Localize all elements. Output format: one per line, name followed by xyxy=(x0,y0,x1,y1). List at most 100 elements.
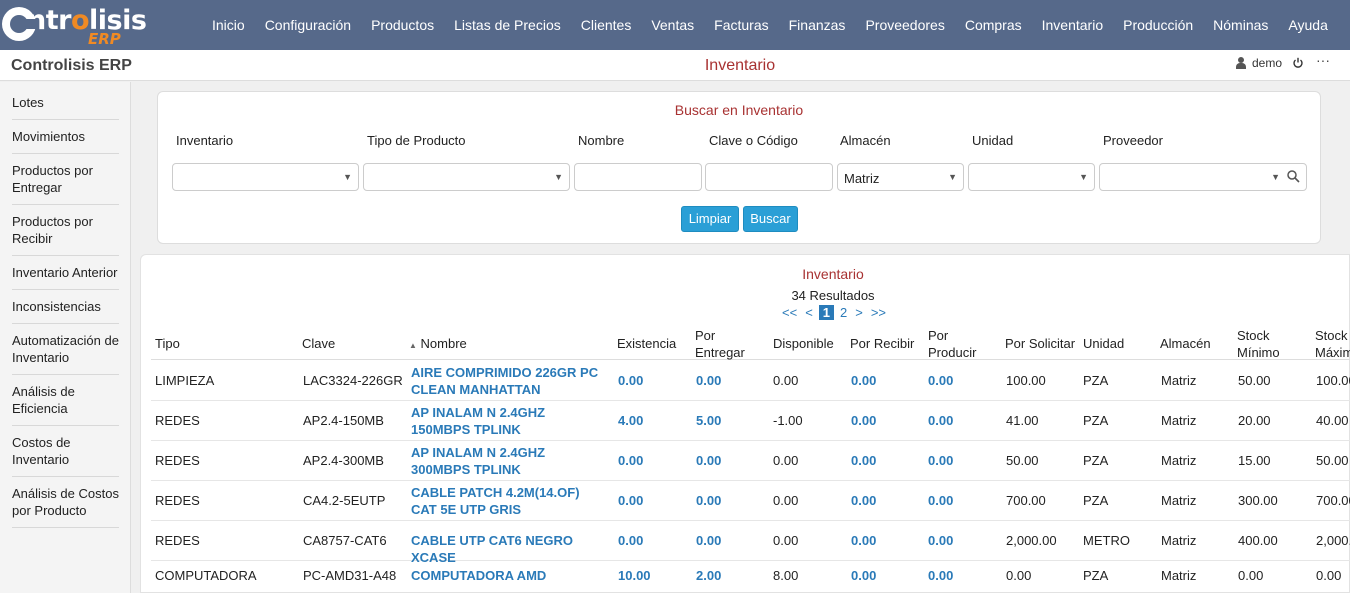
power-icon[interactable] xyxy=(1292,57,1304,69)
cell-nombre[interactable]: AP INALAM N 2.4GHZ 150MBPS TPLINK xyxy=(411,404,606,438)
label-nombre: Nombre xyxy=(578,133,625,148)
cell-por-entregar[interactable]: 0.00 xyxy=(696,492,721,509)
cell-por-recibir[interactable]: 0.00 xyxy=(851,412,876,429)
cell-por-recibir[interactable]: 0.00 xyxy=(851,452,876,469)
col-por-entregar[interactable]: Por Entregar xyxy=(695,327,755,361)
cell-por-producir[interactable]: 0.00 xyxy=(928,492,953,509)
inventario-select[interactable]: ▼ xyxy=(172,163,359,191)
col-almacen[interactable]: Almacén xyxy=(1160,335,1211,352)
menu-ayuda[interactable]: Ayuda xyxy=(1278,17,1337,33)
menu-configuracion[interactable]: Configuración xyxy=(255,17,361,33)
cell-existencia[interactable]: 10.00 xyxy=(618,567,651,584)
sidebar-item-lotes[interactable]: Lotes xyxy=(12,82,119,120)
cell-stock-minimo: 300.00 xyxy=(1238,493,1278,508)
logo-erp: ERP xyxy=(88,30,121,48)
sidebar-item-automatizacion[interactable]: Automatización de Inventario xyxy=(12,324,119,375)
proveedor-select[interactable]: ▼ xyxy=(1099,163,1307,191)
col-por-recibir[interactable]: Por Recibir xyxy=(850,335,914,352)
cell-existencia[interactable]: 0.00 xyxy=(618,492,643,509)
nombre-input[interactable] xyxy=(574,163,702,191)
clave-input[interactable] xyxy=(705,163,833,191)
menu-compras[interactable]: Compras xyxy=(955,17,1032,33)
table-row: COMPUTADORA PC-AMD31-A48 COMPUTADORA AMD 10… xyxy=(151,561,1350,593)
cell-por-solicitar: 700.00 xyxy=(1006,493,1046,508)
sidebar-item-movimientos[interactable]: Movimientos xyxy=(12,120,119,154)
cell-nombre[interactable]: CABLE PATCH 4.2M(14.OF) CAT 5E UTP GRIS xyxy=(411,484,606,518)
sidebar-item-costos-inventario[interactable]: Costos de Inventario xyxy=(12,426,119,477)
menu-clientes[interactable]: Clientes xyxy=(571,17,642,33)
sidebar-item-productos-por-entregar[interactable]: Productos por Entregar xyxy=(12,154,119,205)
col-por-producir[interactable]: Por Producir xyxy=(928,327,988,361)
cell-nombre[interactable]: AIRE COMPRIMIDO 226GR PC CLEAN MANHATTAN xyxy=(411,364,606,398)
cell-disponible: 0.00 xyxy=(773,493,799,508)
search-icon[interactable] xyxy=(1287,170,1300,186)
table-row: REDES AP2.4-150MB AP INALAM N 2.4GHZ 150MB… xyxy=(151,401,1350,441)
menu-listas-de-precios[interactable]: Listas de Precios xyxy=(444,17,571,33)
cell-nombre[interactable]: AP INALAM N 2.4GHZ 300MBPS TPLINK xyxy=(411,444,606,478)
cell-nombre[interactable]: COMPUTADORA AMD xyxy=(411,567,606,584)
cell-por-recibir[interactable]: 0.00 xyxy=(851,532,876,549)
almacen-select[interactable]: Matriz ▼ xyxy=(837,163,964,191)
pager-first[interactable]: << xyxy=(780,305,799,320)
more-options-icon[interactable]: ··· xyxy=(1316,53,1330,67)
pager-next[interactable]: > xyxy=(853,305,865,320)
menu-inicio[interactable]: Inicio xyxy=(202,17,255,33)
sidebar-item-productos-por-recibir[interactable]: Productos por Recibir xyxy=(12,205,119,256)
menu-productos[interactable]: Productos xyxy=(361,17,444,33)
tipo-producto-select[interactable]: ▼ xyxy=(363,163,570,191)
col-disponible[interactable]: Disponible xyxy=(773,335,834,352)
unidad-select[interactable]: ▼ xyxy=(968,163,1095,191)
clear-button[interactable]: Limpiar xyxy=(681,206,739,232)
sidebar-item-analisis-costos[interactable]: Análisis de Costos por Producto xyxy=(12,477,119,528)
menu-ventas[interactable]: Ventas xyxy=(641,17,704,33)
cell-por-entregar[interactable]: 5.00 xyxy=(696,412,721,429)
cell-por-producir[interactable]: 0.00 xyxy=(928,412,953,429)
sidebar-item-analisis-eficiencia[interactable]: Análisis de Eficiencia xyxy=(12,375,119,426)
cell-por-recibir[interactable]: 0.00 xyxy=(851,372,876,389)
label-almacen: Almacén xyxy=(840,133,891,148)
col-tipo[interactable]: Tipo xyxy=(155,335,180,352)
menu-finanzas[interactable]: Finanzas xyxy=(779,17,856,33)
search-button[interactable]: Buscar xyxy=(743,206,798,232)
col-nombre[interactable]: ▲ Nombre xyxy=(409,335,467,354)
cell-por-producir[interactable]: 0.00 xyxy=(928,372,953,389)
chevron-down-icon: ▼ xyxy=(343,172,352,182)
menu-produccion[interactable]: Producción xyxy=(1113,17,1203,33)
cell-existencia[interactable]: 4.00 xyxy=(618,412,643,429)
cell-por-entregar[interactable]: 0.00 xyxy=(696,372,721,389)
cell-por-recibir[interactable]: 0.00 xyxy=(851,492,876,509)
menu-nominas[interactable]: Nóminas xyxy=(1203,17,1278,33)
col-clave[interactable]: Clave xyxy=(302,335,335,352)
pager-prev[interactable]: < xyxy=(803,305,815,320)
main-menu: Inicio Configuración Productos Listas de… xyxy=(202,0,1338,50)
cell-almacen: Matriz xyxy=(1161,493,1197,508)
cell-existencia[interactable]: 0.00 xyxy=(618,372,643,389)
col-stock-minimo[interactable]: Stock Mínimo xyxy=(1237,327,1297,361)
col-existencia[interactable]: Existencia xyxy=(617,335,676,352)
pager-page-2[interactable]: 2 xyxy=(838,305,849,320)
cell-existencia[interactable]: 0.00 xyxy=(618,532,643,549)
col-unidad[interactable]: Unidad xyxy=(1083,335,1124,352)
pager-page-1[interactable]: 1 xyxy=(818,305,835,320)
cell-tipo: REDES xyxy=(155,413,200,428)
username[interactable]: demo xyxy=(1252,56,1282,70)
col-por-solicitar[interactable]: Por Solicitar xyxy=(1005,335,1075,352)
cell-existencia[interactable]: 0.00 xyxy=(618,452,643,469)
cell-por-recibir[interactable]: 0.00 xyxy=(851,567,876,584)
cell-unidad: PZA xyxy=(1083,453,1109,468)
cell-por-entregar[interactable]: 0.00 xyxy=(696,532,721,549)
cell-tipo: REDES xyxy=(155,493,200,508)
col-stock-maximo[interactable]: Stock Máximo xyxy=(1315,327,1350,361)
cell-por-entregar[interactable]: 2.00 xyxy=(696,567,721,584)
cell-por-producir[interactable]: 0.00 xyxy=(928,567,953,584)
controlisis-logo[interactable]: ntrolisis ERP xyxy=(2,2,147,48)
menu-proveedores[interactable]: Proveedores xyxy=(855,17,954,33)
pager-last[interactable]: >> xyxy=(869,305,888,320)
cell-por-producir[interactable]: 0.00 xyxy=(928,452,953,469)
cell-por-producir[interactable]: 0.00 xyxy=(928,532,953,549)
sidebar-item-inventario-anterior[interactable]: Inventario Anterior xyxy=(12,256,119,290)
cell-por-entregar[interactable]: 0.00 xyxy=(696,452,721,469)
menu-inventario[interactable]: Inventario xyxy=(1032,17,1113,33)
sidebar-item-inconsistencias[interactable]: Inconsistencias xyxy=(12,290,119,324)
menu-facturas[interactable]: Facturas xyxy=(704,17,778,33)
